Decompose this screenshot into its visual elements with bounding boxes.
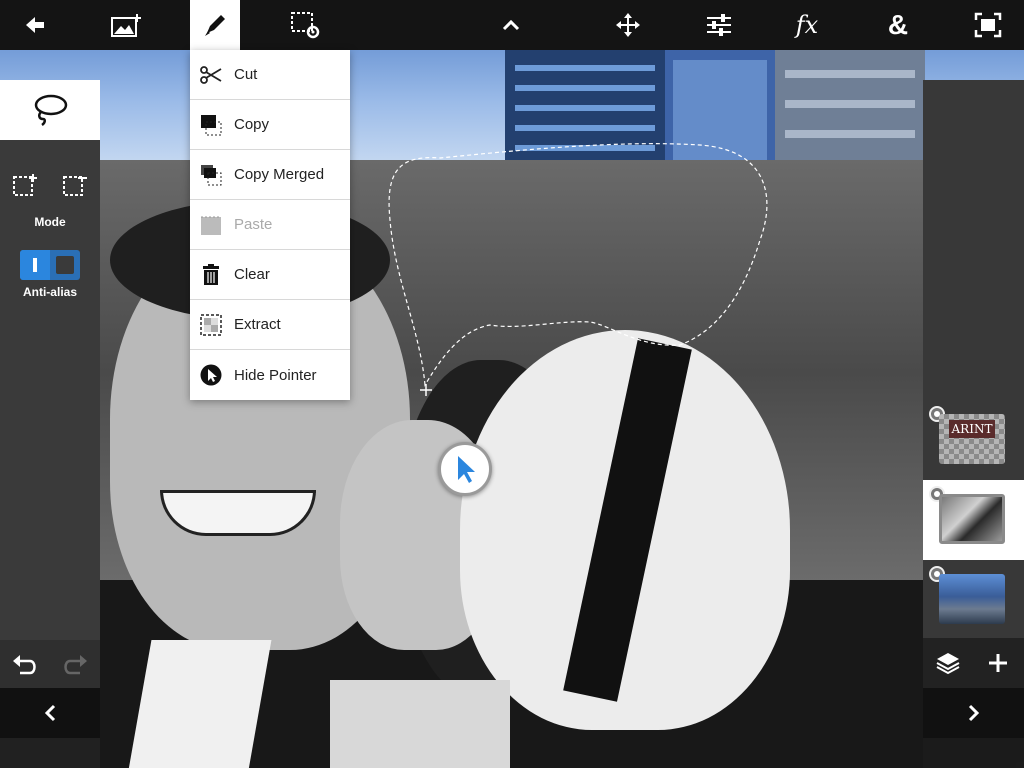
antialias-toggle[interactable] bbox=[20, 250, 80, 280]
layer-thumbnail bbox=[939, 574, 1005, 624]
scissors-icon bbox=[200, 64, 222, 86]
add-selection-button[interactable] bbox=[10, 170, 40, 200]
layers-icon bbox=[936, 653, 960, 675]
subtract-selection-button[interactable] bbox=[60, 170, 90, 200]
menu-label-extract: Extract bbox=[234, 316, 281, 333]
layer-thumbnail: ARINT bbox=[939, 414, 1005, 464]
menu-item-paste[interactable]: Paste bbox=[190, 200, 350, 250]
trash-icon bbox=[200, 263, 222, 286]
collapse-button[interactable] bbox=[486, 0, 536, 50]
plus-icon bbox=[989, 654, 1007, 672]
menu-label-clear: Clear bbox=[234, 266, 270, 283]
menu-item-copy-merged[interactable]: Copy Merged bbox=[190, 150, 350, 200]
undo-redo-bar bbox=[0, 640, 100, 688]
lasso-icon bbox=[34, 94, 68, 127]
chevron-left-icon bbox=[44, 704, 56, 722]
add-image-button[interactable] bbox=[102, 0, 152, 50]
paste-icon bbox=[200, 214, 222, 236]
menu-item-hide-pointer[interactable]: Hide Pointer bbox=[190, 350, 350, 400]
redo-icon bbox=[64, 655, 87, 675]
fullscreen-icon bbox=[974, 12, 1002, 38]
layer-city[interactable] bbox=[923, 560, 1024, 640]
hide-pointer-cursor[interactable] bbox=[438, 442, 492, 496]
back-arrow-icon bbox=[26, 17, 44, 33]
mode-label: Mode bbox=[34, 215, 66, 229]
collapse-right-panel-button[interactable] bbox=[923, 688, 1024, 738]
copy-merged-icon bbox=[200, 164, 222, 186]
menu-item-extract[interactable]: Extract bbox=[190, 300, 350, 350]
selection-settings-button[interactable] bbox=[280, 0, 330, 50]
extract-icon bbox=[200, 313, 222, 336]
subtract-selection-icon bbox=[63, 176, 87, 196]
add-layer-button[interactable] bbox=[983, 648, 1013, 678]
edit-menu-button[interactable] bbox=[190, 0, 240, 50]
layers-button[interactable] bbox=[933, 648, 963, 678]
adjustments-button[interactable] bbox=[694, 0, 744, 50]
lasso-selection-outline bbox=[388, 143, 768, 396]
brush-icon bbox=[205, 15, 225, 36]
copy-icon bbox=[200, 114, 222, 136]
collapse-left-panel-button[interactable] bbox=[0, 688, 100, 738]
add-image-icon bbox=[111, 14, 141, 37]
move-icon bbox=[616, 13, 640, 37]
add-selection-icon bbox=[13, 174, 37, 196]
top-toolbar: fx & bbox=[0, 0, 1024, 50]
chevron-up-icon bbox=[502, 19, 520, 31]
blend-button[interactable]: & bbox=[873, 0, 923, 50]
menu-item-clear[interactable]: Clear bbox=[190, 250, 350, 300]
back-button[interactable] bbox=[10, 0, 60, 50]
move-button[interactable] bbox=[603, 0, 653, 50]
layer-actions-bar bbox=[923, 638, 1024, 688]
undo-button[interactable] bbox=[10, 649, 40, 679]
image-canvas[interactable] bbox=[0, 0, 1024, 768]
layer-thumbnail bbox=[939, 494, 1005, 544]
undo-icon bbox=[13, 655, 36, 675]
selection-settings-icon bbox=[291, 12, 320, 39]
antialias-label: Anti-alias bbox=[22, 285, 77, 299]
fx-label: fx bbox=[795, 11, 819, 39]
fullscreen-button[interactable] bbox=[963, 0, 1013, 50]
menu-label-cut: Cut bbox=[234, 66, 258, 83]
layers-panel: ARINT bbox=[923, 80, 1024, 688]
sliders-icon bbox=[707, 14, 731, 36]
edit-menu: Cut Copy Copy Merged Paste Clear Extract bbox=[190, 50, 350, 400]
pointer-arrow-icon bbox=[458, 456, 475, 483]
chevron-right-icon bbox=[968, 704, 979, 722]
pointer-icon bbox=[200, 364, 222, 386]
tool-options-panel: Mode Anti-alias bbox=[0, 80, 100, 640]
layer-text-logo[interactable]: ARINT bbox=[923, 400, 1024, 480]
menu-label-copy: Copy bbox=[234, 116, 270, 133]
menu-item-copy[interactable]: Copy bbox=[190, 100, 350, 150]
menu-label-hide-pointer: Hide Pointer bbox=[234, 366, 317, 384]
layer-thumb-text: ARINT bbox=[948, 420, 996, 438]
redo-button[interactable] bbox=[60, 649, 90, 679]
blend-label: & bbox=[887, 9, 909, 40]
menu-label-copy-merged: Copy Merged bbox=[234, 166, 325, 183]
effects-button[interactable]: fx bbox=[782, 0, 832, 50]
layer-photo[interactable] bbox=[923, 480, 1024, 560]
menu-item-cut[interactable]: Cut bbox=[190, 50, 350, 100]
lasso-tool-button[interactable] bbox=[0, 80, 100, 140]
menu-label-paste: Paste bbox=[234, 216, 273, 233]
